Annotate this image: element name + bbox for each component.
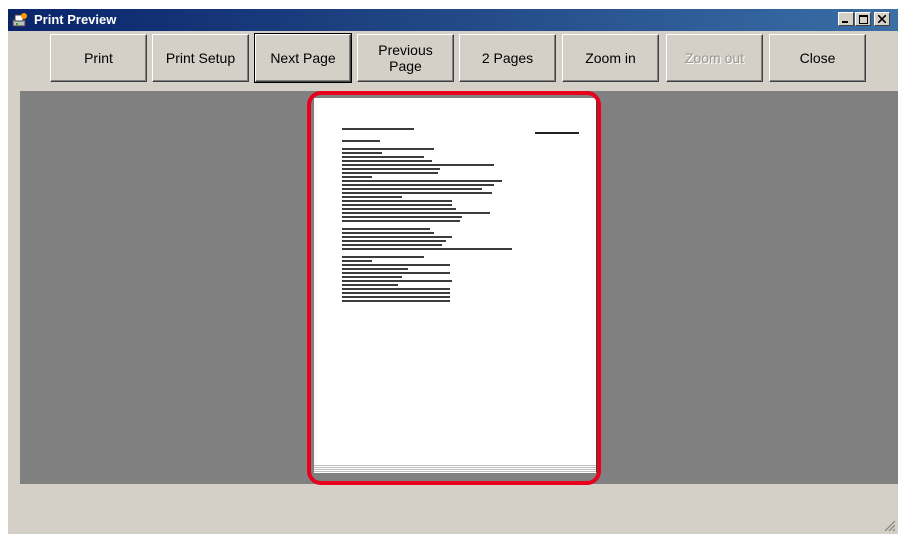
next-page-button[interactable]: Next Page xyxy=(254,33,352,83)
maximize-button[interactable] xyxy=(855,12,871,26)
close-window-button[interactable] xyxy=(874,12,890,26)
print-button[interactable]: Print xyxy=(50,34,147,82)
window-title: Print Preview xyxy=(34,12,117,27)
close-icon xyxy=(878,15,886,23)
highlight-frame xyxy=(307,91,601,485)
two-pages-button[interactable]: 2 Pages xyxy=(459,34,556,82)
previous-page-label-line1: Previous xyxy=(378,42,433,58)
resize-grip-icon[interactable] xyxy=(884,520,896,532)
zoom-out-button: Zoom out xyxy=(666,34,763,82)
title-bar[interactable]: Print Preview xyxy=(8,9,898,31)
minimize-button[interactable] xyxy=(838,12,854,26)
print-preview-app-icon xyxy=(12,12,28,28)
zoom-in-button[interactable]: Zoom in xyxy=(562,34,659,82)
minimize-icon xyxy=(842,21,848,23)
close-button[interactable]: Close xyxy=(769,34,866,82)
maximize-icon xyxy=(858,14,868,24)
print-setup-button[interactable]: Print Setup xyxy=(152,34,249,82)
previous-page-label-line2: Page xyxy=(389,58,422,74)
previous-page-button[interactable]: Previous Page xyxy=(357,34,454,82)
